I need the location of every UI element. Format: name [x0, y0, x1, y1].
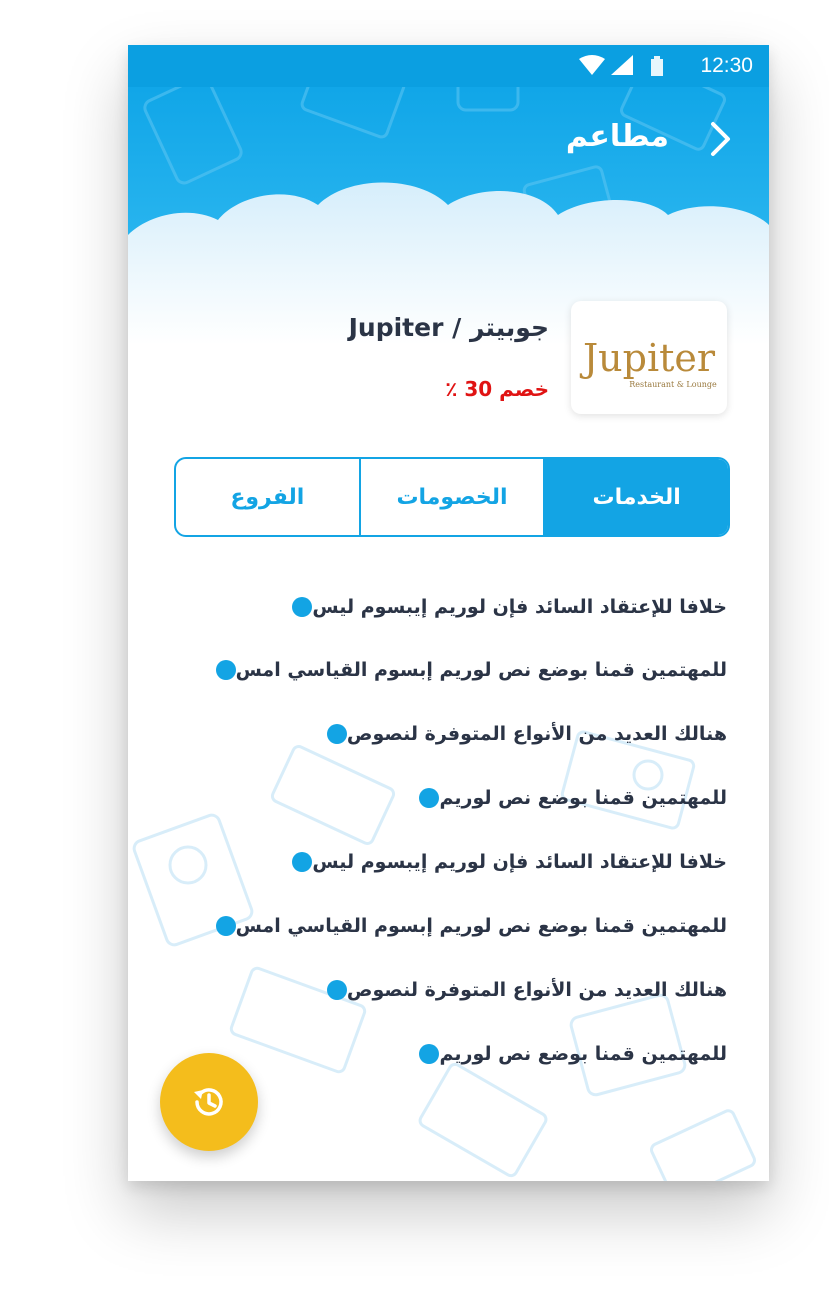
battery-icon	[651, 59, 663, 76]
list-item: للمهتمين قمنا بوضع نص لوريم	[395, 778, 727, 818]
list-item-text: للمهتمين قمنا بوضع نص لوريم إبسوم القياس…	[235, 915, 727, 937]
list-item-text: للمهتمين قمنا بوضع نص لوريم إبسوم القياس…	[235, 659, 727, 681]
list-item-text: للمهتمين قمنا بوضع نص لوريم	[439, 787, 727, 809]
list-item-text: خلافا للإعتقاد السائد فإن لوريم إيبسوم ل…	[312, 596, 727, 618]
list-item: خلافا للإعتقاد السائد فإن لوريم إيبسوم ل…	[268, 842, 727, 882]
restaurant-logo: Jupiter Restaurant & Lounge	[571, 301, 727, 414]
bullet-icon	[215, 916, 236, 936]
tab-discounts[interactable]: الخصومات	[361, 459, 546, 535]
list-item: للمهتمين قمنا بوضع نص لوريم	[395, 1034, 727, 1074]
svg-text:Jupiter: Jupiter	[579, 336, 716, 380]
wifi-icon	[579, 55, 605, 75]
tab-bar: الخدمات الخصومات الفروع	[174, 457, 730, 537]
status-time: 12:30	[700, 54, 753, 77]
bullet-icon	[292, 852, 313, 872]
tab-services[interactable]: الخدمات	[545, 459, 728, 535]
status-bar: 12:30	[128, 45, 769, 87]
bullet-icon	[419, 1044, 440, 1064]
bullet-icon	[419, 788, 440, 808]
list-item: خلافا للإعتقاد السائد فإن لوريم إيبسوم ل…	[268, 587, 727, 627]
history-icon	[194, 1088, 223, 1116]
bullet-icon	[215, 660, 236, 680]
list-item-text: للمهتمين قمنا بوضع نص لوريم	[439, 1043, 727, 1065]
svg-text:Restaurant & Lounge: Restaurant & Lounge	[629, 380, 717, 389]
discount-label: خصم 30 ٪	[445, 377, 549, 401]
bullet-icon	[326, 980, 347, 1000]
list-item: هنالك العديد من الأنواع المتوفرة لنصوص	[303, 714, 727, 754]
list-item: للمهتمين قمنا بوضع نص لوريم إبسوم القياس…	[192, 906, 727, 946]
restaurant-name: جوبيتر / Jupiter	[348, 313, 549, 342]
header-background	[128, 45, 769, 345]
list-item-text: هنالك العديد من الأنواع المتوفرة لنصوص	[346, 979, 727, 1001]
bullet-icon	[292, 597, 313, 617]
phone-screen: 12:30 مطاعم Jupiter Restaurant & Lounge …	[128, 45, 769, 1181]
list-item-text: هنالك العديد من الأنواع المتوفرة لنصوص	[346, 723, 727, 745]
list-item: للمهتمين قمنا بوضع نص لوريم إبسوم القياس…	[192, 650, 727, 690]
signal-icon	[611, 55, 633, 75]
page-title: مطاعم	[565, 119, 669, 154]
tab-branches[interactable]: الفروع	[176, 459, 361, 535]
history-button[interactable]	[160, 1053, 258, 1151]
bullet-icon	[326, 724, 347, 744]
jupiter-logo: Jupiter Restaurant & Lounge	[579, 336, 717, 389]
back-arrow-icon[interactable]	[703, 121, 739, 157]
list-item-text: خلافا للإعتقاد السائد فإن لوريم إيبسوم ل…	[312, 851, 727, 873]
status-icons	[579, 55, 663, 76]
list-item: هنالك العديد من الأنواع المتوفرة لنصوص	[303, 970, 727, 1010]
